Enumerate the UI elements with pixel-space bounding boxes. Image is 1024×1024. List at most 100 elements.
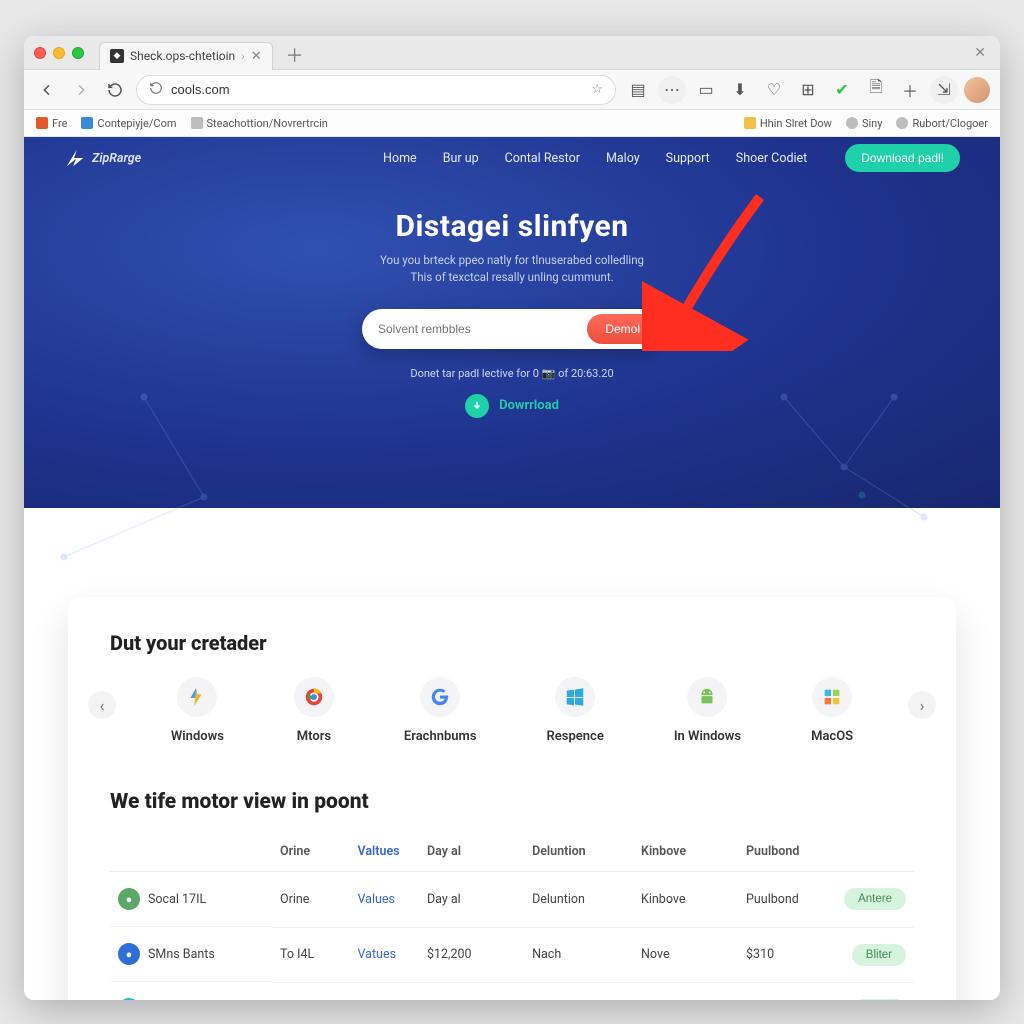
maximize-window-button[interactable] (72, 47, 84, 59)
bookmark-label: Steachottion/Novrertrcin (207, 117, 328, 130)
tab-chevron-icon: › (241, 49, 245, 63)
reader-icon[interactable]: ▤ (624, 76, 652, 104)
platform-carousel: ‹ Windows Mtors Erachnbums (110, 677, 914, 744)
nav-link[interactable]: Shoer Codiet (736, 151, 807, 166)
platform-label: Windows (171, 729, 224, 744)
row-name: Socal 17IL (148, 892, 206, 907)
bookmark-item[interactable]: Contepiyje/Com (81, 117, 176, 130)
table-header: Orine Valtues Day al Deluntion Kinbove P… (110, 832, 914, 872)
tab-title: Sheck.ops-chtetioin (130, 49, 235, 63)
platform-label: Erachnbums (404, 729, 477, 744)
hero-text-input[interactable] (378, 322, 587, 336)
extensions-icon[interactable]: ⇲ (930, 76, 958, 104)
heart-icon[interactable]: ♡ (760, 76, 788, 104)
th: Valtues (349, 832, 418, 872)
site-info-icon[interactable] (149, 81, 163, 99)
apps-icon[interactable]: ⊞ (794, 76, 822, 104)
back-button[interactable] (34, 77, 60, 103)
more-icon[interactable]: ⋯ (658, 76, 686, 104)
nav-link[interactable]: Contal Restor (505, 151, 580, 166)
platform-item[interactable]: MacOS (811, 677, 853, 744)
hero-subtitle-2: This of texctcal resally unling cummunt. (410, 270, 613, 284)
row-action-button[interactable]: Bliter (852, 944, 906, 966)
table-row: ●EurgohiyFiris IS CValusFuln 208 313Funy… (110, 982, 914, 1000)
bookmark-item[interactable]: Siny (846, 117, 883, 130)
bookmark-item[interactable]: Hhin Slret Dow (744, 117, 832, 130)
bookmark-label: Hhin Slret Dow (760, 117, 832, 130)
brand-mark-icon (64, 147, 86, 169)
reload-button[interactable] (102, 77, 128, 103)
brand-logo[interactable]: ZipRarge (64, 147, 141, 169)
carousel-next-button[interactable]: › (908, 691, 936, 719)
cell: Funy WE.2:20 (524, 982, 633, 1000)
forward-button[interactable] (68, 77, 94, 103)
minimize-window-button[interactable] (53, 47, 65, 59)
platform-item[interactable]: Windows (171, 677, 224, 744)
nav-link-home[interactable]: Home (383, 151, 417, 166)
hero-content: Distagei slinfyen You you brteck ppeo na… (24, 179, 1000, 418)
close-tab-button[interactable]: ✕ (251, 49, 262, 64)
th-action (821, 832, 914, 872)
bookmark-label: Rubort/Clogoer (912, 117, 988, 130)
carousel-prev-button[interactable]: ‹ (88, 691, 116, 719)
platform-label: Respence (547, 729, 604, 744)
clipboard-icon[interactable]: 🗎 (862, 76, 890, 104)
row-icon: ● (118, 943, 140, 965)
bookmarks-bar: Fre Contepiyje/Com Steachottion/Novrertr… (24, 110, 1000, 137)
profile-avatar[interactable] (964, 77, 990, 103)
bookmark-item[interactable]: Steachottion/Novrertrcin (191, 117, 328, 130)
platform-item[interactable]: Erachnbums (404, 677, 477, 744)
cast-icon[interactable]: ▭ (692, 76, 720, 104)
tiles-icon (812, 677, 852, 717)
platform-item[interactable]: Respence (547, 677, 604, 744)
nav-link[interactable]: Maloy (606, 151, 640, 166)
th-name (110, 832, 272, 872)
platforms-heading: Dut your cretader (110, 631, 914, 655)
shield-check-icon[interactable]: ✔ (828, 76, 856, 104)
th: Puulbond (738, 832, 821, 872)
cell: Kinbove (633, 872, 738, 928)
bookmark-item[interactable]: Fre (36, 117, 67, 130)
platform-label: Mtors (297, 729, 331, 744)
address-bar[interactable]: ☆ (136, 75, 616, 105)
hero-section: ZipRarge Home Bur up Contal Restor Maloy… (24, 137, 1000, 508)
platform-item[interactable]: Mtors (294, 677, 334, 744)
download-icon[interactable]: ⬇ (726, 76, 754, 104)
cell: Deluntion (524, 872, 633, 928)
cell-link[interactable]: Vatues (349, 927, 418, 982)
url-input[interactable] (171, 82, 583, 97)
browser-logo-icon (294, 677, 334, 717)
browser-window: ◆ Sheck.ops-chtetioin › ✕ ＋ ✕ ☆ ▤ ⋯ ▭ ⬇ … (24, 36, 1000, 1000)
hero-download-link[interactable]: Dowrrload (499, 398, 559, 413)
cell: Day al (419, 872, 524, 928)
data-table: Orine Valtues Day al Deluntion Kinbove P… (110, 832, 914, 1000)
nav-link[interactable]: Bur up (443, 151, 479, 166)
new-tab-button[interactable]: ＋ (280, 42, 310, 68)
nav-link[interactable]: Support (666, 151, 710, 166)
row-name: SMns Bants (148, 947, 215, 962)
bookmark-label: Contepiyje/Com (97, 117, 176, 130)
close-window-button[interactable] (34, 47, 46, 59)
window-close-icon[interactable]: ✕ (970, 45, 990, 61)
platform-item[interactable]: In Windows (674, 677, 741, 744)
hero-submit-button[interactable]: Demol (587, 314, 658, 344)
cell: Nove (633, 927, 738, 982)
bookmark-label: Siny (862, 117, 883, 130)
bookmark-star-icon[interactable]: ☆ (591, 82, 603, 97)
table-heading: We tife motor view in poont (110, 790, 914, 814)
browser-toolbar: ☆ ▤ ⋯ ▭ ⬇ ♡ ⊞ ✔ 🗎 ＋ ⇲ (24, 70, 1000, 110)
brand-name: ZipRarge (92, 151, 141, 166)
bookmark-item[interactable]: Rubort/Clogoer (896, 117, 988, 130)
cell-link[interactable]: Valus (349, 982, 418, 1000)
cell: Firis IS C (272, 982, 349, 1000)
download-cta-button[interactable]: Download padl! (845, 144, 960, 172)
row-action-button[interactable]: Antere (844, 888, 906, 910)
hero-download-row: Dowrrload (24, 394, 1000, 418)
cell: Sacchiphand (633, 982, 738, 1000)
cell: Puulbond (738, 872, 821, 928)
hero-input-pill: Demol (362, 309, 662, 349)
browser-tab[interactable]: ◆ Sheck.ops-chtetioin › ✕ (99, 42, 273, 70)
add-icon[interactable]: ＋ (896, 76, 924, 104)
row-action-button[interactable]: Anily (853, 999, 906, 1001)
cell-link[interactable]: Values (349, 872, 418, 928)
